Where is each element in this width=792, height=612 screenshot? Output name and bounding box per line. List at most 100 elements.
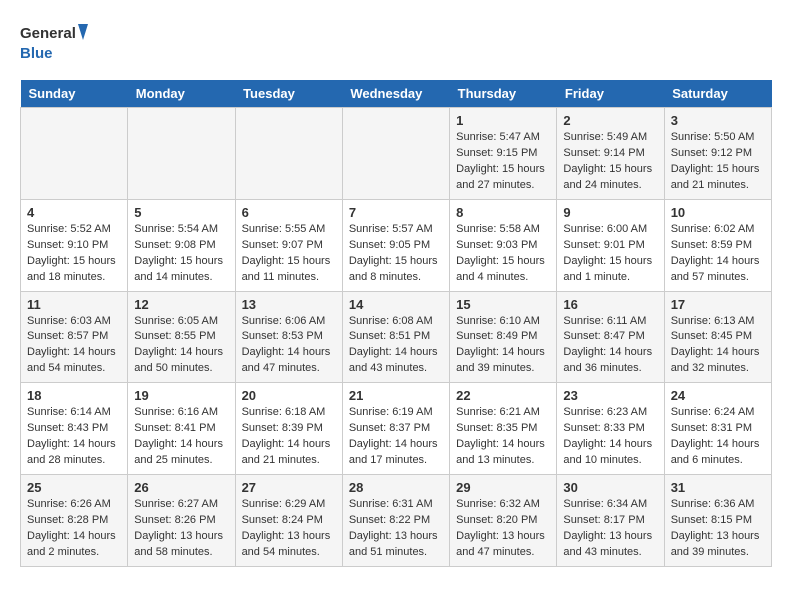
day-info: Sunrise: 6:29 AM Sunset: 8:24 PM Dayligh… (242, 497, 336, 561)
day-number: 18 (27, 388, 121, 403)
day-number: 7 (349, 205, 443, 220)
calendar-cell: 13 Sunrise: 6:06 AM Sunset: 8:53 PM Dayli… (235, 291, 342, 383)
day-number: 17 (671, 297, 765, 312)
calendar-week-row: 18 Sunrise: 6:14 AM Sunset: 8:43 PM Dayli… (21, 383, 772, 475)
day-info: Sunrise: 6:24 AM Sunset: 8:31 PM Dayligh… (671, 405, 765, 469)
calendar-week-row: 25Sunrise: 6:26 AM Sunset: 8:28 PM Dayli… (21, 475, 772, 567)
day-number: 23 (563, 388, 657, 403)
calendar-cell: 10Sunrise: 6:02 AM Sunset: 8:59 PM Dayli… (664, 199, 771, 291)
weekday-header-sunday: Sunday (21, 80, 128, 108)
day-info: Sunrise: 5:57 AM Sunset: 9:05 PM Dayligh… (349, 222, 443, 286)
day-number: 24 (671, 388, 765, 403)
day-info: Sunrise: 6:27 AM Sunset: 8:26 PM Dayligh… (134, 497, 228, 561)
day-number: 1 (456, 113, 550, 128)
calendar-cell: 22 Sunrise: 6:21 AM Sunset: 8:35 PM Dayli… (450, 383, 557, 475)
day-info: Sunrise: 6:31 AM Sunset: 8:22 PM Dayligh… (349, 497, 443, 561)
weekday-header-row: SundayMondayTuesdayWednesdayThursdayFrid… (21, 80, 772, 108)
calendar-cell: 2 Sunrise: 5:49 AM Sunset: 9:14 PM Daylig… (557, 108, 664, 200)
day-number: 26 (134, 480, 228, 495)
day-number: 29 (456, 480, 550, 495)
day-info: Sunrise: 6:03 AM Sunset: 8:57 PM Dayligh… (27, 314, 121, 378)
day-info: Sunrise: 5:50 AM Sunset: 9:12 PM Dayligh… (671, 130, 765, 194)
day-number: 21 (349, 388, 443, 403)
weekday-header-monday: Monday (128, 80, 235, 108)
day-number: 9 (563, 205, 657, 220)
day-number: 30 (563, 480, 657, 495)
day-number: 5 (134, 205, 228, 220)
day-info: Sunrise: 5:49 AM Sunset: 9:14 PM Dayligh… (563, 130, 657, 194)
day-info: Sunrise: 6:19 AM Sunset: 8:37 PM Dayligh… (349, 405, 443, 469)
day-number: 15 (456, 297, 550, 312)
calendar-cell: 27 Sunrise: 6:29 AM Sunset: 8:24 PM Dayli… (235, 475, 342, 567)
day-number: 20 (242, 388, 336, 403)
day-number: 6 (242, 205, 336, 220)
calendar-cell: 9 Sunrise: 6:00 AM Sunset: 9:01 PM Daylig… (557, 199, 664, 291)
day-info: Sunrise: 5:47 AM Sunset: 9:15 PM Dayligh… (456, 130, 550, 194)
calendar-week-row: 4 Sunrise: 5:52 AM Sunset: 9:10 PM Daylig… (21, 199, 772, 291)
day-info: Sunrise: 5:58 AM Sunset: 9:03 PM Dayligh… (456, 222, 550, 286)
calendar-cell: 29 Sunrise: 6:32 AM Sunset: 8:20 PM Dayli… (450, 475, 557, 567)
calendar-cell: 14Sunrise: 6:08 AM Sunset: 8:51 PM Dayli… (342, 291, 449, 383)
calendar-cell: 25Sunrise: 6:26 AM Sunset: 8:28 PM Dayli… (21, 475, 128, 567)
calendar-cell: 16Sunrise: 6:11 AM Sunset: 8:47 PM Dayli… (557, 291, 664, 383)
calendar-cell: 12Sunrise: 6:05 AM Sunset: 8:55 PM Dayli… (128, 291, 235, 383)
day-info: Sunrise: 6:18 AM Sunset: 8:39 PM Dayligh… (242, 405, 336, 469)
calendar-week-row: 1 Sunrise: 5:47 AM Sunset: 9:15 PM Daylig… (21, 108, 772, 200)
calendar-cell: 7 Sunrise: 5:57 AM Sunset: 9:05 PM Daylig… (342, 199, 449, 291)
calendar-cell: 6 Sunrise: 5:55 AM Sunset: 9:07 PM Daylig… (235, 199, 342, 291)
day-info: Sunrise: 6:16 AM Sunset: 8:41 PM Dayligh… (134, 405, 228, 469)
day-info: Sunrise: 5:52 AM Sunset: 9:10 PM Dayligh… (27, 222, 121, 286)
calendar-cell: 5 Sunrise: 5:54 AM Sunset: 9:08 PM Daylig… (128, 199, 235, 291)
day-info: Sunrise: 6:02 AM Sunset: 8:59 PM Dayligh… (671, 222, 765, 286)
svg-text:Blue: Blue (20, 45, 53, 62)
day-number: 31 (671, 480, 765, 495)
day-info: Sunrise: 6:36 AM Sunset: 8:15 PM Dayligh… (671, 497, 765, 561)
calendar-cell: 26 Sunrise: 6:27 AM Sunset: 8:26 PM Dayli… (128, 475, 235, 567)
day-number: 28 (349, 480, 443, 495)
calendar-cell: 20 Sunrise: 6:18 AM Sunset: 8:39 PM Dayli… (235, 383, 342, 475)
calendar-cell (342, 108, 449, 200)
weekday-header-tuesday: Tuesday (235, 80, 342, 108)
day-info: Sunrise: 6:34 AM Sunset: 8:17 PM Dayligh… (563, 497, 657, 561)
calendar-cell: 24 Sunrise: 6:24 AM Sunset: 8:31 PM Dayli… (664, 383, 771, 475)
day-number: 2 (563, 113, 657, 128)
calendar-table: SundayMondayTuesdayWednesdayThursdayFrid… (20, 80, 772, 567)
day-info: Sunrise: 6:06 AM Sunset: 8:53 PM Dayligh… (242, 314, 336, 378)
day-info: Sunrise: 6:00 AM Sunset: 9:01 PM Dayligh… (563, 222, 657, 286)
calendar-cell: 15 Sunrise: 6:10 AM Sunset: 8:49 PM Dayli… (450, 291, 557, 383)
calendar-cell: 11 Sunrise: 6:03 AM Sunset: 8:57 PM Dayli… (21, 291, 128, 383)
page-header: General Blue (20, 20, 772, 64)
logo-icon: General Blue (20, 20, 90, 64)
calendar-cell: 3Sunrise: 5:50 AM Sunset: 9:12 PM Daylig… (664, 108, 771, 200)
day-info: Sunrise: 6:11 AM Sunset: 8:47 PM Dayligh… (563, 314, 657, 378)
calendar-cell: 21 Sunrise: 6:19 AM Sunset: 8:37 PM Dayli… (342, 383, 449, 475)
day-info: Sunrise: 6:08 AM Sunset: 8:51 PM Dayligh… (349, 314, 443, 378)
calendar-cell (235, 108, 342, 200)
day-number: 4 (27, 205, 121, 220)
day-number: 8 (456, 205, 550, 220)
day-info: Sunrise: 6:14 AM Sunset: 8:43 PM Dayligh… (27, 405, 121, 469)
day-info: Sunrise: 6:21 AM Sunset: 8:35 PM Dayligh… (456, 405, 550, 469)
day-info: Sunrise: 6:23 AM Sunset: 8:33 PM Dayligh… (563, 405, 657, 469)
day-number: 27 (242, 480, 336, 495)
day-number: 25 (27, 480, 121, 495)
day-info: Sunrise: 6:32 AM Sunset: 8:20 PM Dayligh… (456, 497, 550, 561)
calendar-week-row: 11 Sunrise: 6:03 AM Sunset: 8:57 PM Dayli… (21, 291, 772, 383)
day-number: 22 (456, 388, 550, 403)
calendar-cell: 8 Sunrise: 5:58 AM Sunset: 9:03 PM Daylig… (450, 199, 557, 291)
calendar-cell: 23 Sunrise: 6:23 AM Sunset: 8:33 PM Dayli… (557, 383, 664, 475)
svg-text:General: General (20, 25, 76, 42)
day-number: 19 (134, 388, 228, 403)
day-info: Sunrise: 6:13 AM Sunset: 8:45 PM Dayligh… (671, 314, 765, 378)
calendar-cell: 19 Sunrise: 6:16 AM Sunset: 8:41 PM Dayli… (128, 383, 235, 475)
day-number: 13 (242, 297, 336, 312)
calendar-cell (128, 108, 235, 200)
day-info: Sunrise: 6:05 AM Sunset: 8:55 PM Dayligh… (134, 314, 228, 378)
day-number: 11 (27, 297, 121, 312)
weekday-header-wednesday: Wednesday (342, 80, 449, 108)
day-info: Sunrise: 5:55 AM Sunset: 9:07 PM Dayligh… (242, 222, 336, 286)
weekday-header-friday: Friday (557, 80, 664, 108)
day-info: Sunrise: 6:10 AM Sunset: 8:49 PM Dayligh… (456, 314, 550, 378)
day-info: Sunrise: 5:54 AM Sunset: 9:08 PM Dayligh… (134, 222, 228, 286)
weekday-header-saturday: Saturday (664, 80, 771, 108)
